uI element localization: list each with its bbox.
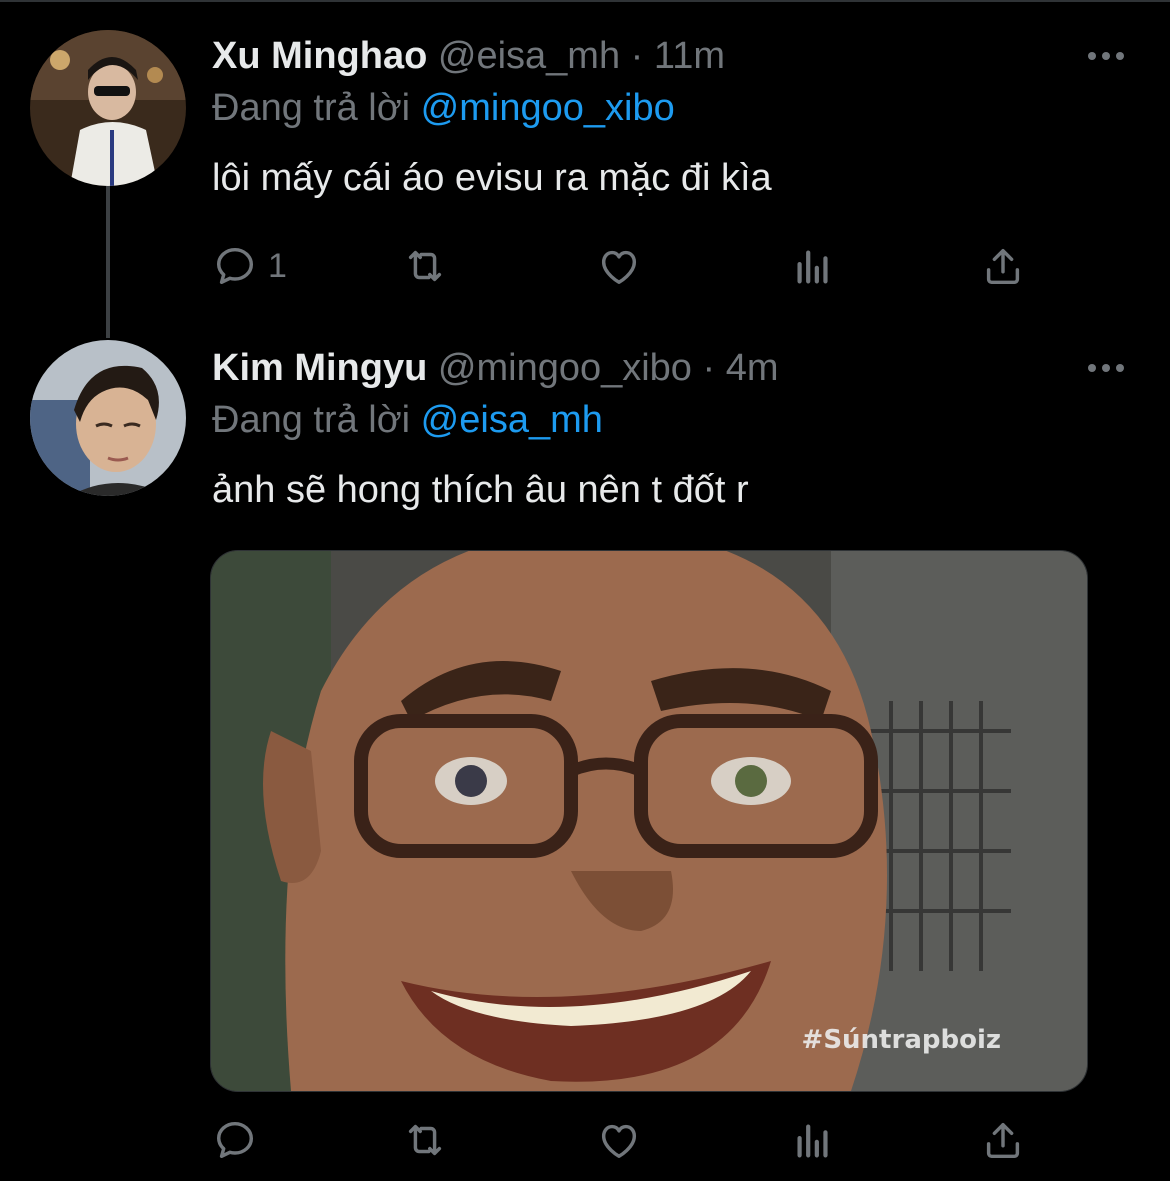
avatar[interactable] <box>30 30 186 186</box>
replying-prefix: Đang trả lời <box>212 399 411 441</box>
retweet-icon <box>408 1124 442 1156</box>
reply-icon <box>216 247 254 285</box>
reply-button[interactable]: 1 <box>212 236 287 296</box>
retweet-icon <box>408 250 442 282</box>
share-button[interactable] <box>980 1110 1026 1170</box>
tweet[interactable]: Kim Mingyu @mingoo_xibo · 4m Đang trả lờ… <box>0 340 1170 1181</box>
tweet-actions: 1 <box>212 236 1072 296</box>
separator: · <box>702 347 716 389</box>
share-icon <box>986 1122 1020 1159</box>
thread-line <box>106 186 110 338</box>
reply-count: 1 <box>268 246 287 285</box>
analytics-button[interactable] <box>790 1110 836 1170</box>
replying-mention[interactable]: @eisa_mh <box>421 399 603 441</box>
tweet[interactable]: Xu Minghao @eisa_mh · 11m Đang trả lời @… <box>0 0 1170 340</box>
analytics-button[interactable] <box>790 236 836 296</box>
media-photo <box>211 551 1087 1091</box>
avatar[interactable] <box>30 340 186 496</box>
tweet-text: lôi mấy cái áo evisu ra mặc đi kìa <box>212 157 772 199</box>
separator: · <box>630 35 644 77</box>
more-icon[interactable] <box>1086 46 1126 66</box>
retweet-button[interactable] <box>402 236 448 296</box>
share-icon <box>986 248 1020 285</box>
reply-icon <box>216 1121 254 1159</box>
display-name[interactable]: Kim Mingyu <box>212 347 427 389</box>
like-button[interactable] <box>596 236 642 296</box>
user-handle[interactable]: @mingoo_xibo <box>438 347 692 389</box>
tweet-header: Xu Minghao @eisa_mh · 11m <box>212 34 725 78</box>
replying-prefix: Đang trả lời <box>212 87 411 129</box>
analytics-icon <box>797 250 828 284</box>
tweet-actions <box>212 1110 1072 1170</box>
timestamp[interactable]: 11m <box>654 35 725 77</box>
like-button[interactable] <box>596 1110 642 1170</box>
display-name[interactable]: Xu Minghao <box>212 35 427 77</box>
user-handle[interactable]: @eisa_mh <box>438 35 620 77</box>
analytics-icon <box>797 1124 828 1158</box>
replying-to: Đang trả lời @eisa_mh <box>212 398 603 442</box>
more-icon[interactable] <box>1086 358 1126 378</box>
tweet-media-image[interactable]: #Súntrapboiz <box>210 550 1088 1092</box>
like-icon <box>601 250 637 285</box>
timestamp[interactable]: 4m <box>726 347 779 389</box>
replying-mention[interactable]: @mingoo_xibo <box>421 87 675 129</box>
reply-button[interactable] <box>212 1110 268 1170</box>
tweet-text: ảnh sẽ hong thích âu nên t đốt r <box>212 469 749 511</box>
share-button[interactable] <box>980 236 1026 296</box>
retweet-button[interactable] <box>402 1110 448 1170</box>
like-icon <box>601 1124 637 1159</box>
replying-to: Đang trả lời @mingoo_xibo <box>212 86 675 130</box>
tweet-header: Kim Mingyu @mingoo_xibo · 4m <box>212 346 779 390</box>
media-watermark: #Súntrapboiz <box>801 1025 1001 1055</box>
